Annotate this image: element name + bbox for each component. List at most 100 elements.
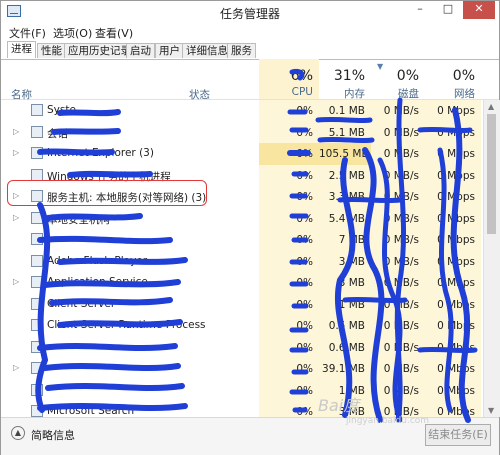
cpu-value: 0%: [259, 379, 319, 402]
column-network[interactable]: 0% 网络: [425, 59, 481, 100]
cpu-percent: 6%: [290, 68, 313, 84]
process-row[interactable]: Microsoft Search 0% 3 MB 0 MB/s 0 Mbps: [1, 401, 483, 417]
scroll-down-icon[interactable]: ▼: [488, 406, 494, 415]
disk-value: 0 MB/s: [371, 401, 425, 417]
network-label: 网络: [454, 88, 475, 100]
process-name: 服务主机: 本地服务(对等网络) (3): [47, 192, 207, 204]
process-icon: [31, 297, 43, 310]
disk-value: 0 MB/s: [371, 143, 425, 165]
cpu-value: 0%: [259, 143, 319, 165]
expand-chevron-icon[interactable]: ▷: [13, 148, 19, 157]
vertical-scrollbar[interactable]: ▲ ▼: [483, 100, 500, 417]
end-task-button[interactable]: 结束任务(E): [425, 424, 491, 446]
network-value: 0 Mbps: [425, 401, 481, 417]
process-icon: [31, 104, 43, 116]
watermark-url: jingyan.baidu.com: [346, 416, 430, 426]
process-row[interactable]: 0% 1 MB 0 MB/s 0 Mbps: [1, 379, 483, 402]
chevron-up-icon[interactable]: ▲: [11, 426, 25, 440]
column-disk[interactable]: 0% 磁盘: [371, 59, 425, 100]
process-name: Adobe Flash Player: [47, 254, 148, 267]
tab-details[interactable]: 详细信息: [182, 43, 232, 58]
process-icon: [31, 362, 43, 374]
title-bar: 任务管理器 – □ ✕: [1, 1, 499, 23]
process-icon: [31, 319, 43, 331]
process-icon: [31, 168, 43, 181]
disk-value: 0 MB/s: [371, 379, 425, 402]
expand-chevron-icon[interactable]: ▷: [13, 277, 19, 286]
menu-options[interactable]: 选项(O): [53, 25, 92, 41]
expand-chevron-icon[interactable]: ▷: [13, 191, 19, 200]
memory-value: 3.3 MB: [319, 186, 371, 208]
process-name: Microsoft Search: [47, 405, 135, 417]
process-row[interactable]: Client Server Runtime Process 0% 0.5 MB 0 M…: [1, 315, 483, 337]
memory-value: 5.4 MB: [319, 207, 371, 230]
process-row[interactable]: Adobe Flash Player 0% 3 MB 0 MB/s 0 Mbps: [1, 250, 483, 273]
process-row[interactable]: ▷ 会话 0% 5.1 MB 0 MB/s 0 Mbps: [1, 121, 483, 144]
network-value: 0 Mbps: [425, 100, 481, 122]
process-list: Syste 0% 0.1 MB 0 MB/s 0 Mbps ▷ 会话 0% 5.1 MB 0 MB…: [1, 100, 483, 417]
menu-file[interactable]: 文件(F): [9, 25, 46, 41]
process-row[interactable]: Windows 任务的主机进程 0% 2.5 MB 0 MB/s 0 Mbps: [1, 164, 483, 187]
process-row[interactable]: 0% 7 MB 0 MB/s 0 Mbps: [1, 229, 483, 251]
memory-value: 0.1 MB: [319, 100, 371, 122]
expand-chevron-icon[interactable]: ▷: [13, 363, 19, 372]
memory-value: 39.1 MB: [319, 358, 371, 380]
process-name: Client Server: [47, 297, 116, 310]
network-value: 0 Mbps: [425, 336, 481, 359]
process-name: Syste: [47, 104, 76, 116]
expand-chevron-icon[interactable]: ▷: [13, 127, 19, 136]
process-icon: [31, 340, 43, 353]
tab-services[interactable]: 服务: [227, 43, 256, 58]
memory-value: 0.6 MB: [319, 336, 371, 359]
tab-users[interactable]: 用户: [155, 43, 184, 58]
process-row[interactable]: ▷ Application Service 0% 3 MB 0 MB/s 0 Mbps: [1, 272, 483, 294]
network-value: 0 Mbps: [425, 186, 481, 208]
process-icon: [31, 190, 43, 202]
cpu-value: 0%: [259, 401, 319, 417]
column-header: 名称 状态 6% CPU 31% 内存 ▼ 0% 磁盘 0% 网络: [1, 59, 499, 101]
process-icon: [31, 233, 43, 245]
process-name: 本地安全机构: [47, 213, 110, 226]
cpu-value: 0%: [259, 272, 319, 294]
process-icon: [31, 125, 43, 138]
tab-startup[interactable]: 启动: [126, 43, 155, 58]
process-row[interactable]: Client Server 0% 1 MB 0 MB/s 0 Mbps: [1, 293, 483, 316]
process-row[interactable]: 0% 0.6 MB 0 MB/s 0 Mbps: [1, 336, 483, 359]
tab-processes[interactable]: 进程: [7, 41, 36, 58]
cpu-value: 0%: [259, 164, 319, 187]
cpu-value: 0%: [259, 250, 319, 273]
network-percent: 0%: [452, 68, 475, 84]
memory-value: 7 MB: [319, 229, 371, 251]
menu-view[interactable]: 查看(V): [95, 25, 133, 41]
fewer-details-label[interactable]: 简略信息: [31, 427, 75, 443]
network-value: 0 Mbps: [425, 358, 481, 380]
minimize-button[interactable]: –: [407, 1, 433, 19]
process-name: Internet Explorer (3): [47, 147, 154, 159]
process-name: Windows 任务的主机进程: [47, 170, 171, 183]
disk-value: 0 MB/s: [371, 336, 425, 359]
process-row[interactable]: Syste 0% 0.1 MB 0 MB/s 0 Mbps: [1, 100, 483, 122]
network-value: 0 Mbps: [425, 250, 481, 273]
process-row[interactable]: ▷ 本地安全机构 0% 5.4 MB 0 MB/s 0 Mbps: [1, 207, 483, 230]
process-row[interactable]: ▷ Internet Explorer (3) 0% 105.5 MB 0 MB/s 0 …: [1, 143, 483, 165]
disk-value: 0 MB/s: [371, 229, 425, 251]
process-row[interactable]: ▷ 0% 39.1 MB 0 MB/s 0 Mbps: [1, 358, 483, 380]
network-value: 0 Mbps: [425, 229, 481, 251]
expand-chevron-icon[interactable]: ▷: [13, 213, 19, 222]
process-icon: [31, 147, 43, 159]
cpu-value: 0%: [259, 121, 319, 144]
process-row[interactable]: ▷ 服务主机: 本地服务(对等网络) (3) 0% 3.3 MB 0 MB/s 0 Mbp…: [1, 186, 483, 208]
column-cpu[interactable]: 6% CPU: [259, 59, 319, 99]
close-button[interactable]: ✕: [463, 1, 495, 19]
scroll-thumb[interactable]: [487, 114, 496, 234]
network-value: 0 Mbps: [425, 293, 481, 316]
memory-percent: 31%: [333, 68, 365, 84]
cpu-value: 0%: [259, 336, 319, 359]
tab-performance[interactable]: 性能: [37, 43, 66, 58]
watermark-logo: Bai度: [318, 396, 360, 415]
tab-app-history[interactable]: 应用历史记录: [64, 43, 135, 58]
cpu-value: 0%: [259, 229, 319, 251]
scroll-up-icon[interactable]: ▲: [488, 102, 494, 111]
column-memory[interactable]: 31% 内存: [319, 59, 371, 100]
maximize-button[interactable]: □: [435, 1, 461, 19]
